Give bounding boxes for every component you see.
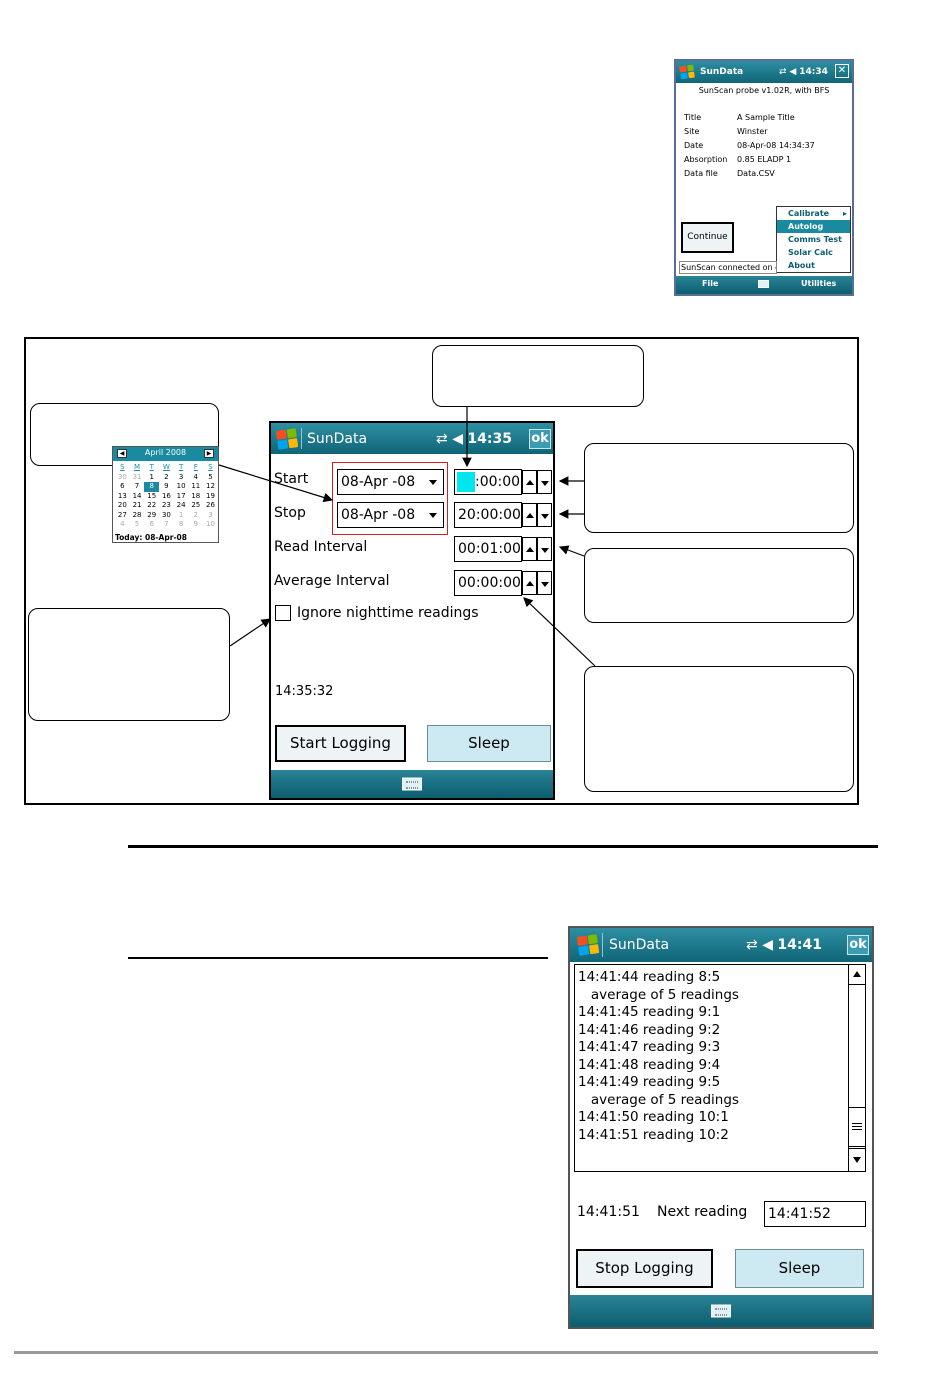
log-line: average of 5 readings — [578, 1091, 739, 1108]
ok-button[interactable]: ok — [847, 935, 869, 955]
scroll-up-icon[interactable] — [849, 965, 865, 985]
windows-start-icon[interactable] — [576, 934, 600, 956]
status-icons: ⇄ ◀ 14:41 — [746, 937, 822, 953]
log-line: 14:41:49 reading 9:5 — [578, 1074, 721, 1090]
title-bar: SunData ⇄ ◀ 14:41 ok — [570, 928, 872, 962]
scrollbar[interactable] — [848, 965, 865, 1171]
current-time: 14:41:51 — [577, 1204, 640, 1220]
log-line: 14:41:47 reading 9:3 — [578, 1039, 721, 1055]
footer-rule — [14, 1351, 878, 1354]
next-reading-label: Next reading — [657, 1204, 748, 1220]
screen-logging: SunData ⇄ ◀ 14:41 ok 14:41:44 reading 8:… — [568, 926, 874, 1329]
log-line: 14:41:50 reading 10:1 — [578, 1109, 729, 1125]
subsection-rule — [128, 957, 548, 959]
sleep-button[interactable]: Sleep — [735, 1249, 864, 1288]
scroll-thumb[interactable] — [849, 1107, 865, 1147]
clock: 14:41 — [777, 937, 822, 953]
log-line: 14:41:45 reading 9:1 — [578, 1004, 721, 1020]
connectivity-icon: ⇄ — [746, 937, 758, 953]
log-line: average of 5 readings — [578, 986, 739, 1003]
section-rule — [128, 845, 878, 848]
log-lines: 14:41:44 reading 8:5 average of 5 readin… — [578, 969, 739, 1144]
log-line: 14:41:51 reading 10:2 — [578, 1126, 729, 1143]
speaker-mute-icon: ◀ — [762, 937, 773, 953]
next-reading-field: 14:41:52 — [764, 1201, 866, 1227]
keyboard-icon[interactable] — [711, 1304, 731, 1318]
stop-logging-button[interactable]: Stop Logging — [576, 1249, 713, 1288]
log-line: 14:41:46 reading 9:2 — [578, 1021, 721, 1038]
softkey-bar — [570, 1295, 872, 1327]
log-line: 14:41:48 reading 9:4 — [578, 1056, 721, 1073]
log-line: 14:41:44 reading 8:5 — [578, 969, 721, 985]
log-listbox[interactable]: 14:41:44 reading 8:5 average of 5 readin… — [574, 964, 866, 1172]
app-title: SunData — [609, 937, 670, 953]
scroll-down-icon[interactable] — [849, 1148, 865, 1171]
